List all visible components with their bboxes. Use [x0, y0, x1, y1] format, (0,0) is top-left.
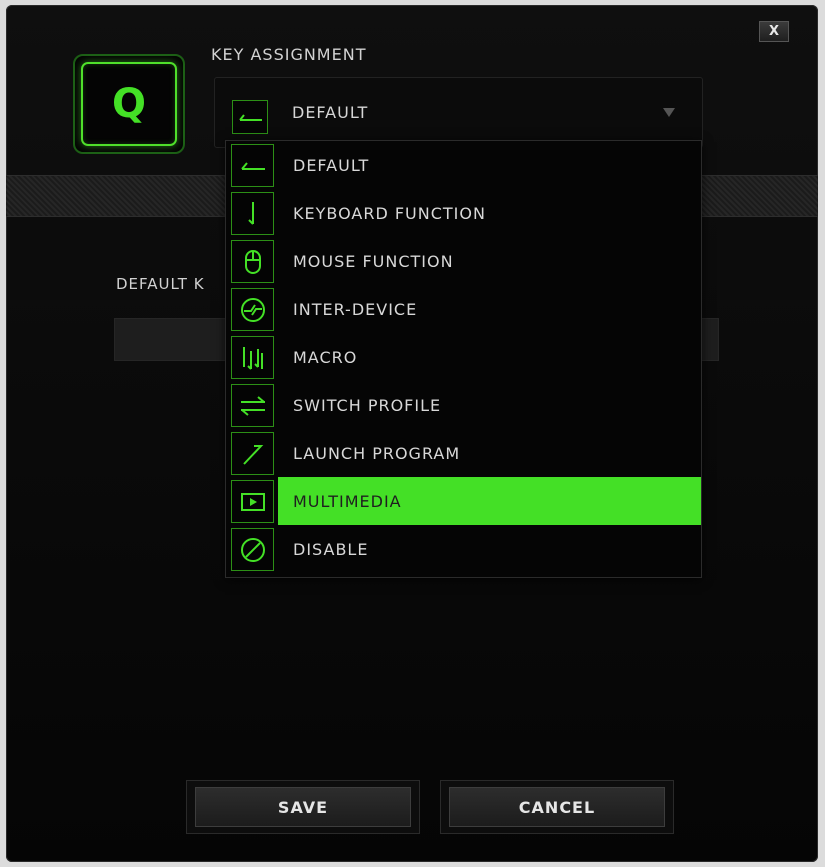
chevron-down-icon — [663, 108, 675, 117]
menu-item-label: DISABLE — [293, 539, 369, 559]
default-key-label: DEFAULT K — [116, 275, 205, 293]
menu-item-label: SWITCH PROFILE — [293, 395, 442, 415]
menu-item-keyboard-function[interactable]: KEYBOARD FUNCTION — [226, 189, 701, 237]
menu-item-disable[interactable]: DISABLE — [226, 525, 701, 573]
menu-item-label: KEYBOARD FUNCTION — [293, 203, 486, 223]
default-arrow-icon — [231, 144, 274, 187]
menu-item-inter-device[interactable]: INTER-DEVICE — [226, 285, 701, 333]
assignment-dropdown: DEFAULT KEYBOARD FUNCTION MOUSE FUNCTION… — [225, 140, 702, 578]
cancel-button[interactable]: CANCEL — [440, 780, 674, 834]
key-assignment-select[interactable]: DEFAULT — [214, 77, 703, 148]
disable-icon — [231, 528, 274, 571]
default-arrow-icon — [232, 100, 268, 134]
macro-icon — [231, 336, 274, 379]
menu-item-label: DEFAULT — [293, 155, 370, 175]
menu-item-label: INTER-DEVICE — [293, 299, 418, 319]
selected-value: DEFAULT — [292, 103, 369, 122]
menu-item-label: MOUSE FUNCTION — [293, 251, 454, 271]
switch-profile-icon — [231, 384, 274, 427]
key-tile: Q — [73, 54, 185, 154]
keyboard-function-icon — [231, 192, 274, 235]
menu-item-label: MULTIMEDIA — [278, 477, 701, 525]
menu-item-launch-program[interactable]: LAUNCH PROGRAM — [226, 429, 701, 477]
save-button[interactable]: SAVE — [186, 780, 420, 834]
multimedia-icon — [231, 480, 274, 523]
close-button[interactable]: X — [759, 21, 789, 42]
menu-item-label: MACRO — [293, 347, 358, 367]
key-assignment-heading: KEY ASSIGNMENT — [211, 45, 367, 64]
launch-program-icon — [231, 432, 274, 475]
cancel-button-label: CANCEL — [449, 787, 665, 827]
menu-item-default[interactable]: DEFAULT — [226, 141, 701, 189]
mouse-icon — [231, 240, 274, 283]
menu-item-mouse-function[interactable]: MOUSE FUNCTION — [226, 237, 701, 285]
menu-item-label: LAUNCH PROGRAM — [293, 443, 461, 463]
save-button-label: SAVE — [195, 787, 411, 827]
key-tile-label: Q — [81, 62, 177, 146]
menu-item-macro[interactable]: MACRO — [226, 333, 701, 381]
inter-device-icon — [231, 288, 274, 331]
menu-item-switch-profile[interactable]: SWITCH PROFILE — [226, 381, 701, 429]
key-assignment-dialog: X Q KEY ASSIGNMENT DEFAULT DEFAULT K DEF… — [6, 5, 818, 862]
menu-item-multimedia[interactable]: MULTIMEDIA — [226, 477, 701, 525]
